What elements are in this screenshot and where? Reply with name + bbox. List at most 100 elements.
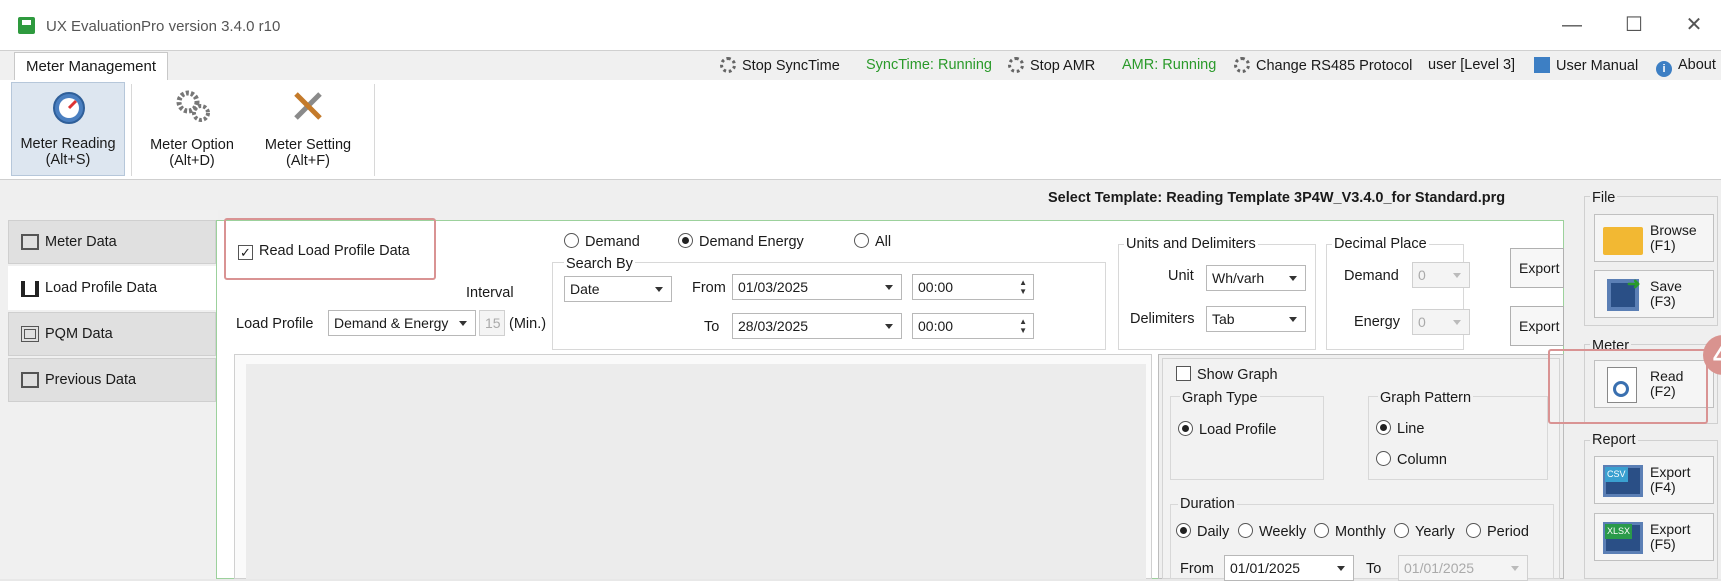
sidebar-item-load-profile-data[interactable]: Load Profile Data [8,266,216,310]
interval-unit: (Min.) [509,316,547,332]
export-csv-button[interactable]: CSV Export (F4) [1594,456,1714,504]
template-label: Select Template: Reading Template 3P4W_V… [1048,190,1506,206]
search-by-label: Search By [564,256,635,272]
graph-to-date[interactable]: 01/01/2025 [1398,555,1528,581]
app-icon [18,17,35,34]
decimal-demand-label: Demand [1344,268,1399,284]
unit-label: Unit [1168,268,1194,284]
radio-line[interactable]: Line [1376,420,1424,437]
gear-icon [1008,57,1024,73]
radio-selected-icon [1376,420,1391,435]
export-xlsx-button[interactable]: XLSX Export (F5) [1594,513,1714,561]
bar-chart-icon [21,281,39,297]
radio-daily[interactable]: Daily [1176,523,1229,540]
gear-icon [720,57,736,73]
save-button[interactable]: ➜ Save (F3) [1594,270,1714,318]
stop-amr-button[interactable]: Stop AMR [1008,57,1095,74]
meter-option-button[interactable]: Meter Option (Alt+D) [136,82,248,176]
graph-from-date[interactable]: 01/01/2025 [1224,555,1354,581]
read-load-profile-checkbox[interactable]: ✓ Read Load Profile Data [238,243,410,260]
user-level: user [Level 3] [1428,57,1516,73]
radio-icon [1314,523,1329,538]
show-graph-checkbox[interactable]: Show Graph [1176,366,1278,383]
from-time-spinner[interactable]: 00:00 ▲ ▼ [912,274,1034,300]
graph-pattern-title: Graph Pattern [1378,390,1474,406]
export-demand-button[interactable]: Export [1510,248,1564,288]
delimiters-select[interactable]: Tab [1206,306,1306,332]
checkbox-icon: ✓ [238,245,253,260]
radio-load-profile[interactable]: Load Profile [1178,421,1276,438]
radio-icon [1376,451,1391,466]
checkbox-icon [1176,366,1191,381]
radio-yearly[interactable]: Yearly [1394,523,1455,540]
to-time-spinner[interactable]: 00:00 ▲ ▼ [912,313,1034,339]
xlsx-tag: XLSX [1605,524,1633,539]
info-icon: i [1656,61,1672,77]
stop-synctime-button[interactable]: Stop SyncTime [720,57,840,74]
delimiters-label: Delimiters [1130,311,1195,327]
radio-monthly[interactable]: Monthly [1314,523,1386,540]
window-title: UX EvaluationPro version 3.4.0 r10 [46,18,281,35]
to-label: To [704,319,720,335]
report-title: Report [1590,432,1638,448]
highlight-read-button [1548,349,1708,424]
amr-status: AMR: Running [1122,57,1217,73]
units-group [1118,244,1316,350]
arrow-icon: ➜ [1627,276,1641,293]
sidebar-item-pqm-data[interactable]: PQM Data [8,312,216,356]
search-by-select[interactable]: Date [564,276,672,302]
graph-type-title: Graph Type [1180,390,1260,406]
radio-icon [1238,523,1253,538]
change-protocol-button[interactable]: Change RS485 Protocol [1234,57,1412,74]
gear-icon [1234,57,1250,73]
gears-icon [176,90,210,122]
close-button[interactable]: ✕ [1674,12,1714,38]
list-icon [21,372,39,388]
from-label: From [692,280,726,296]
file-title: File [1590,190,1618,206]
radio-period[interactable]: Period [1466,523,1529,540]
about-button[interactable]: i About [1656,57,1716,77]
from-date-picker[interactable]: 01/03/2025 [732,274,902,300]
radio-column[interactable]: Column [1376,451,1447,468]
sidebar-item-meter-data[interactable]: Meter Data [8,220,216,264]
meter-reading-button[interactable]: Meter Reading (Alt+S) [11,82,125,176]
radio-icon [1466,523,1481,538]
interval-input[interactable]: 15 [479,310,505,336]
gauge-icon [53,92,85,124]
decimal-energy-select[interactable]: 0 [1412,309,1470,335]
radio-demand-energy[interactable]: Demand Energy [678,233,804,250]
browse-button[interactable]: Browse (F1) [1594,214,1714,262]
user-manual-button[interactable]: User Manual [1534,57,1638,74]
radio-weekly[interactable]: Weekly [1238,523,1306,540]
decimal-energy-label: Energy [1354,314,1400,330]
decimal-title: Decimal Place [1332,236,1429,252]
tools-icon [294,92,322,120]
document-icon [21,234,39,250]
tab-meter-management[interactable]: Meter Management [14,52,168,81]
graph-from-label: From [1180,561,1214,577]
radio-icon [564,233,579,248]
grid-icon [21,326,39,342]
synctime-status: SyncTime: Running [866,57,992,73]
export-energy-button[interactable]: Export [1510,306,1564,346]
radio-all[interactable]: All [854,233,891,250]
unit-select[interactable]: Wh/varh [1206,265,1306,291]
load-profile-select[interactable]: Demand & Energy [328,310,476,336]
data-grid[interactable] [246,364,1146,579]
graph-type-group [1170,396,1324,480]
decimal-demand-select[interactable]: 0 [1412,262,1470,288]
to-date-picker[interactable]: 28/03/2025 [732,313,902,339]
radio-selected-icon [678,233,693,248]
folder-icon [1603,227,1643,255]
radio-icon [1394,523,1409,538]
meter-setting-button[interactable]: Meter Setting (Alt+F) [252,82,364,176]
ribbon-separator [131,84,132,176]
ribbon-separator [374,84,375,176]
book-icon [1534,57,1550,73]
maximize-button[interactable]: ☐ [1614,12,1654,38]
units-title: Units and Delimiters [1124,236,1258,252]
minimize-button[interactable]: — [1552,12,1592,38]
radio-demand[interactable]: Demand [564,233,640,250]
sidebar-item-previous-data[interactable]: Previous Data [8,358,216,402]
